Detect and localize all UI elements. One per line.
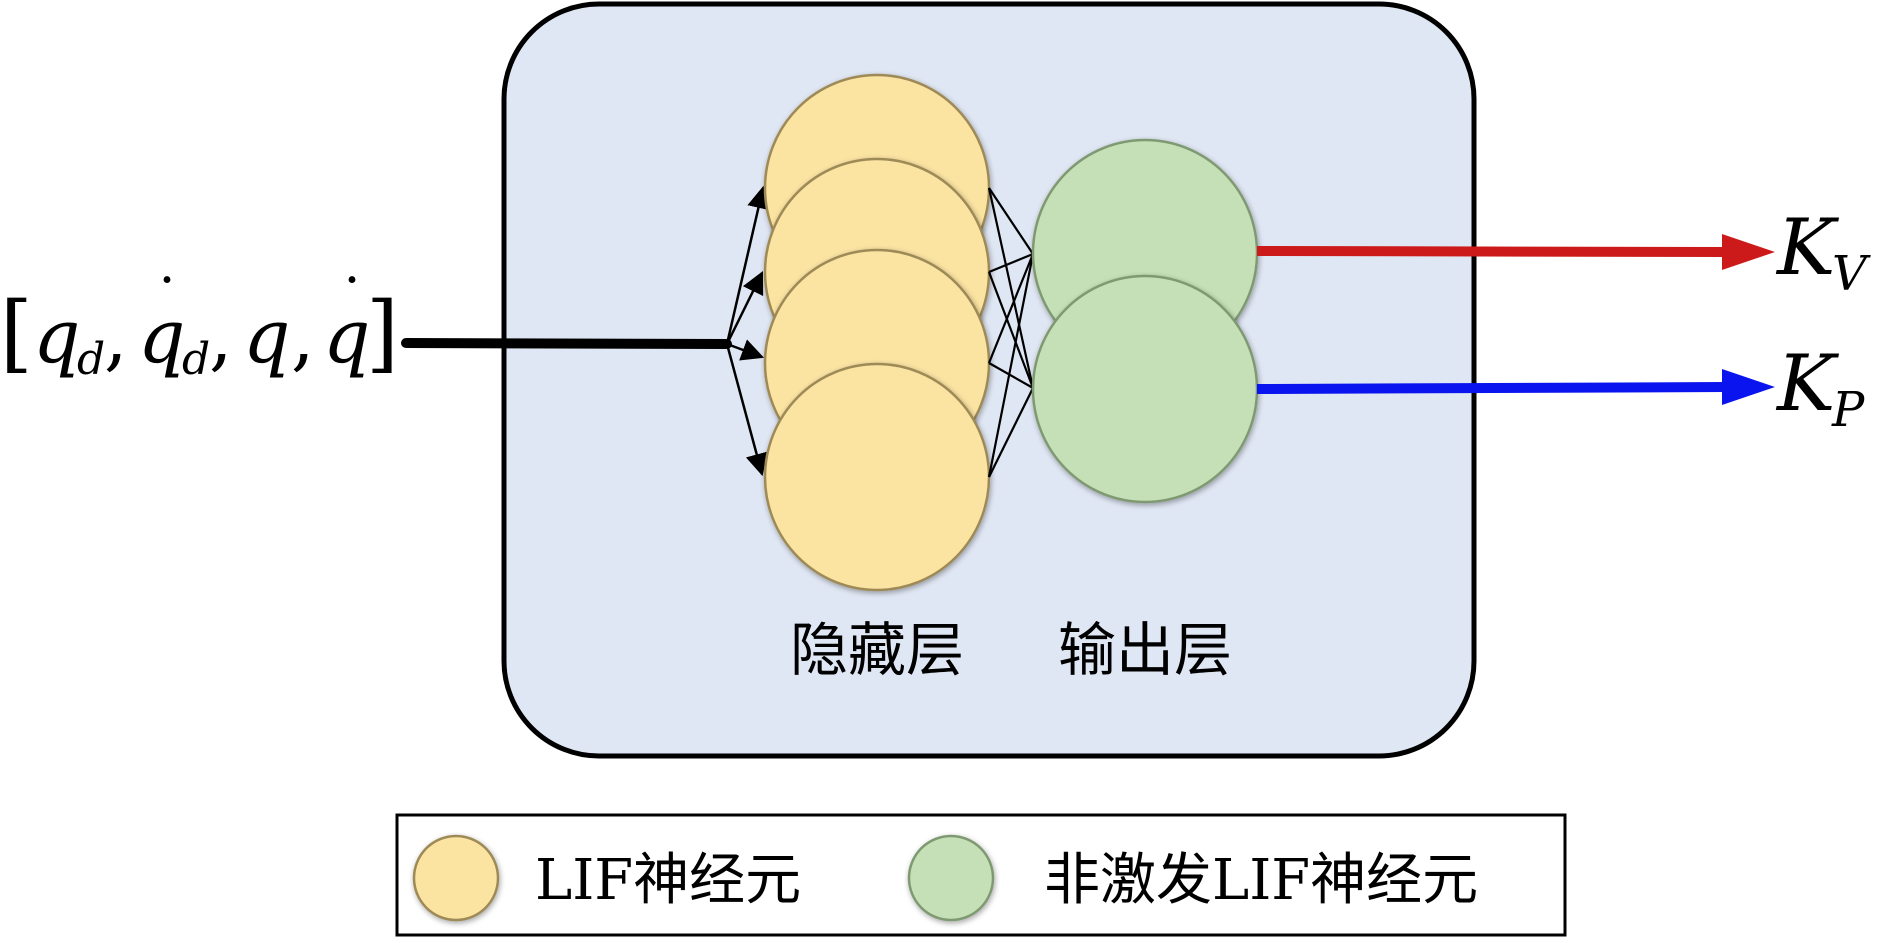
kv-subscript: V <box>1832 246 1871 302</box>
legend-non-spiking-label: 非激发LIF神经元 <box>1044 848 1478 913</box>
qdot-d-subscript: d <box>182 334 210 385</box>
separator: , <box>291 294 315 380</box>
kp-subscript: P <box>1831 382 1865 438</box>
qdot-dot: ˙ <box>337 267 367 337</box>
open-bracket: [ <box>0 284 33 382</box>
kv-main: K <box>1775 203 1840 293</box>
hidden-layer <box>763 73 991 592</box>
output-neuron-2 <box>1031 274 1259 504</box>
legend: LIF神经元 非激发LIF神经元 <box>395 813 1567 937</box>
legend-non-spiking-swatch <box>907 834 995 922</box>
input-line <box>401 338 732 349</box>
hidden-layer-label: 隐藏层 <box>790 616 964 684</box>
hidden-neuron-4 <box>763 362 991 592</box>
legend-lif-label: LIF神经元 <box>535 848 801 913</box>
snn-diagram: [ q d , q ˙ d , q , q ˙ ] K V K P 隐藏层 输出… <box>0 1 1871 937</box>
kv-label: K V <box>1775 203 1871 302</box>
close-bracket: ] <box>366 284 399 382</box>
separator: , <box>104 294 128 380</box>
output-layer-label: 输出层 <box>1058 616 1232 684</box>
qdot-d-dot: ˙ <box>152 267 182 337</box>
input-vector-label: [ q d , q ˙ d , q , q ˙ ] <box>0 267 399 385</box>
separator: , <box>209 294 233 380</box>
q-d-subscript: d <box>77 334 105 385</box>
q-d-symbol: q <box>33 294 80 380</box>
kp-label: K P <box>1775 339 1865 438</box>
q-symbol: q <box>243 294 290 380</box>
kp-main: K <box>1775 339 1840 429</box>
legend-lif-swatch <box>412 834 500 922</box>
output-layer <box>1031 138 1259 504</box>
